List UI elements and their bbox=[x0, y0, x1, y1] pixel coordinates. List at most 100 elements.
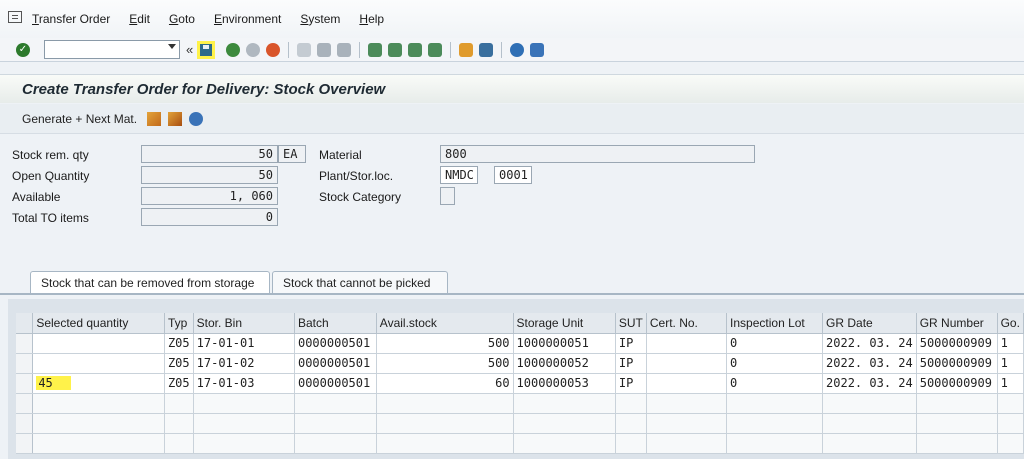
menu-edit[interactable]: Edit bbox=[129, 12, 150, 26]
table-cell bbox=[646, 413, 728, 434]
table-cell bbox=[726, 413, 824, 434]
selected-quantity-input[interactable]: 45 bbox=[32, 373, 165, 394]
selected-quantity-input[interactable] bbox=[32, 353, 165, 374]
table-row[interactable] bbox=[16, 433, 1024, 454]
row-selector[interactable] bbox=[16, 353, 34, 374]
row-selector[interactable] bbox=[16, 333, 34, 354]
highlighted-quantity: 45 bbox=[36, 376, 71, 390]
table-row[interactable] bbox=[16, 413, 1024, 434]
table-cell bbox=[997, 413, 1024, 434]
plant-stor-loc-label: Plant/Stor.loc. bbox=[319, 169, 394, 183]
stock-table: Selected quantity Typ Stor. Bin Batch Av… bbox=[16, 313, 1024, 454]
menu-system[interactable]: System bbox=[300, 12, 340, 26]
column-header[interactable]: Selected quantity bbox=[32, 313, 165, 334]
menu-bar: Transfer Order Edit Goto Environment Sys… bbox=[0, 0, 1024, 38]
table-row[interactable]: 45 Z05 17-01-03 0000000501 60 1000000053… bbox=[16, 373, 1024, 394]
table-row[interactable]: Z05 17-01-02 0000000501 500 1000000052 I… bbox=[16, 353, 1024, 374]
table-cell bbox=[822, 433, 917, 454]
forklift-alt-icon[interactable] bbox=[168, 111, 183, 126]
column-header[interactable]: Cert. No. bbox=[646, 313, 728, 334]
save-icon[interactable] bbox=[197, 40, 216, 59]
table-row[interactable] bbox=[16, 393, 1024, 414]
column-header[interactable]: Stor. Bin bbox=[193, 313, 295, 334]
stock-overview-form: Stock rem. qty 50 EA Open Quantity 50 Av… bbox=[0, 140, 1024, 260]
column-header[interactable]: Batch bbox=[294, 313, 377, 334]
system-menu-icon[interactable] bbox=[8, 11, 22, 23]
table-cell bbox=[646, 353, 728, 374]
table-cell: 5000000909 bbox=[916, 333, 998, 354]
shortcut-icon[interactable] bbox=[479, 42, 494, 57]
table-cell: IP bbox=[615, 333, 647, 354]
table-cell[interactable] bbox=[32, 413, 165, 434]
stock-category-label: Stock Category bbox=[319, 190, 402, 204]
find-icon[interactable] bbox=[317, 42, 332, 57]
column-header[interactable]: Go. bbox=[997, 313, 1024, 334]
find-next-icon[interactable] bbox=[337, 42, 352, 57]
table-cell bbox=[513, 433, 616, 454]
select-all-cell[interactable] bbox=[16, 313, 34, 334]
row-selector[interactable] bbox=[16, 373, 34, 394]
table-header-row: Selected quantity Typ Stor. Bin Batch Av… bbox=[16, 313, 1024, 334]
help-icon[interactable] bbox=[510, 42, 525, 57]
menu-environment[interactable]: Environment bbox=[214, 12, 281, 26]
table-cell: 1000000052 bbox=[513, 353, 616, 374]
table-cell: 500 bbox=[376, 353, 514, 374]
column-header[interactable]: Storage Unit bbox=[513, 313, 616, 334]
column-header[interactable]: Inspection Lot bbox=[726, 313, 824, 334]
menu-transfer-order[interactable]: Transfer Order bbox=[32, 12, 110, 26]
table-cell bbox=[615, 413, 647, 434]
column-header[interactable]: Typ bbox=[164, 313, 194, 334]
forklift-icon[interactable] bbox=[147, 111, 162, 126]
selected-quantity-input[interactable] bbox=[32, 333, 165, 354]
row-selector[interactable] bbox=[16, 393, 34, 414]
row-selector[interactable] bbox=[16, 413, 34, 434]
table-cell bbox=[376, 393, 514, 414]
available-field: 1, 060 bbox=[141, 187, 278, 205]
table-cell bbox=[646, 333, 728, 354]
column-header[interactable]: GR Date bbox=[822, 313, 917, 334]
cancel-icon[interactable] bbox=[266, 42, 281, 57]
table-cell bbox=[193, 413, 295, 434]
enter-icon[interactable]: ✓ bbox=[16, 42, 30, 57]
first-page-icon[interactable] bbox=[368, 42, 383, 57]
stock-rem-qty-label: Stock rem. qty bbox=[12, 148, 89, 162]
standard-toolbar: ✓ « bbox=[0, 38, 1024, 62]
column-header[interactable]: SUT bbox=[615, 313, 647, 334]
collapse-icon[interactable]: « bbox=[186, 42, 193, 57]
table-cell: 2022. 03. 24 bbox=[822, 373, 917, 394]
column-header[interactable]: Avail.stock bbox=[376, 313, 514, 334]
table-cell[interactable] bbox=[32, 433, 165, 454]
tab-unpickable-stock[interactable]: Stock that cannot be picked bbox=[272, 271, 448, 293]
menu-goto[interactable]: Goto bbox=[169, 12, 195, 26]
table-cell bbox=[164, 433, 194, 454]
storage-location-field: 0001 bbox=[494, 166, 532, 184]
row-selector[interactable] bbox=[16, 433, 34, 454]
table-cell bbox=[294, 433, 377, 454]
customize-layout-icon[interactable] bbox=[530, 42, 545, 57]
table-cell bbox=[822, 393, 917, 414]
exit-icon[interactable] bbox=[246, 42, 261, 57]
command-field[interactable] bbox=[44, 40, 180, 59]
next-page-icon[interactable] bbox=[408, 42, 423, 57]
back-icon[interactable] bbox=[226, 42, 241, 57]
generate-next-material-button[interactable]: Generate + Next Mat. bbox=[22, 112, 137, 126]
table-row[interactable]: Z05 17-01-01 0000000501 500 1000000051 I… bbox=[16, 333, 1024, 354]
open-quantity-field: 50 bbox=[141, 166, 278, 184]
page-title: Create Transfer Order for Delivery: Stoc… bbox=[22, 80, 386, 98]
print-icon[interactable] bbox=[297, 42, 312, 57]
table-cell: 0000000501 bbox=[294, 373, 377, 394]
create-session-icon[interactable] bbox=[459, 42, 474, 57]
chevron-down-icon[interactable] bbox=[168, 44, 176, 49]
available-label: Available bbox=[12, 190, 61, 204]
last-page-icon[interactable] bbox=[428, 42, 443, 57]
plant-field: NMDC bbox=[440, 166, 478, 184]
total-to-items-label: Total TO items bbox=[12, 211, 89, 225]
prev-page-icon[interactable] bbox=[388, 42, 403, 57]
column-header[interactable]: GR Number bbox=[916, 313, 998, 334]
menu-help[interactable]: Help bbox=[359, 12, 384, 26]
table-cell bbox=[916, 433, 998, 454]
table-cell[interactable] bbox=[32, 393, 165, 414]
table-cell bbox=[997, 433, 1024, 454]
refresh-icon[interactable] bbox=[189, 111, 204, 126]
tab-removable-stock[interactable]: Stock that can be removed from storage bbox=[30, 271, 270, 293]
